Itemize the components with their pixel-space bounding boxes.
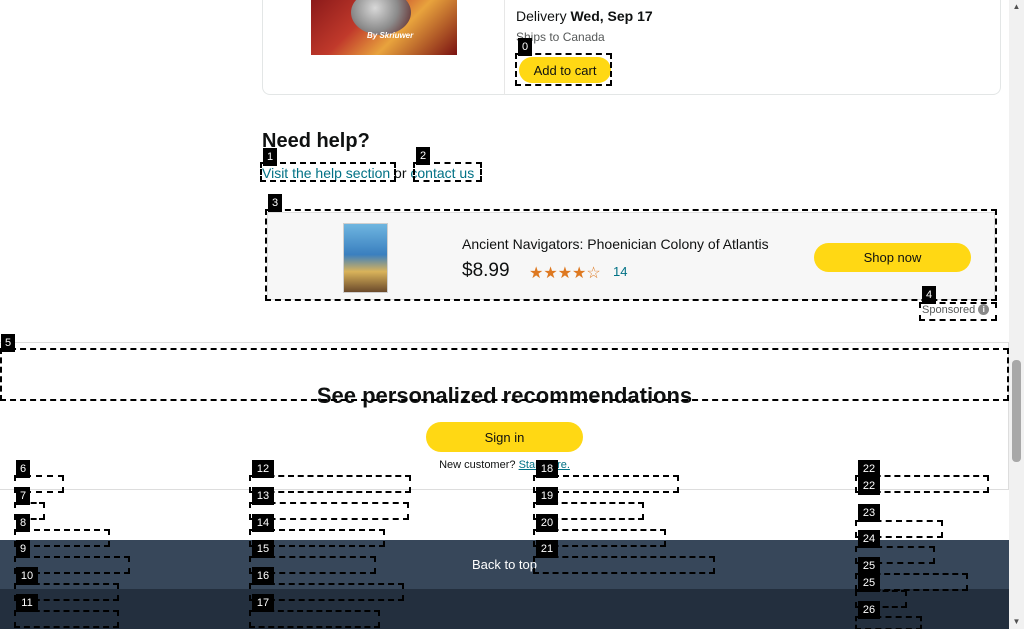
- review-count-link[interactable]: 14: [613, 264, 627, 279]
- sponsored-label[interactable]: Sponsored i: [922, 304, 990, 316]
- contact-us-link[interactable]: contact us: [410, 165, 474, 181]
- annotation-tag: 2: [416, 147, 430, 165]
- annotation-tag: 3: [268, 194, 282, 212]
- annotation-tag: 16: [252, 567, 274, 585]
- annotation-tag: 24: [858, 530, 880, 548]
- annotation-tag: 5: [1, 334, 15, 352]
- scroll-up-arrow-icon[interactable]: ▲: [1009, 0, 1024, 14]
- sign-in-button[interactable]: Sign in: [426, 422, 583, 452]
- cover-caption: By Skriuwer: [367, 31, 414, 40]
- ad-book-cover[interactable]: [343, 223, 388, 293]
- annotation-tag: 12: [252, 460, 274, 478]
- delivery-date: Wed, Sep 17: [570, 8, 653, 24]
- annotation-tag: 15: [252, 540, 274, 558]
- sponsored-ad[interactable]: Ancient Navigators: Phoenician Colony of…: [267, 212, 995, 300]
- scroll-thumb[interactable]: [1012, 360, 1021, 462]
- new-customer-text: New customer?: [439, 459, 516, 471]
- annotation-tag: 14: [252, 514, 274, 532]
- annotation-tag: 20: [536, 514, 558, 532]
- sponsored-text: Sponsored: [922, 304, 976, 316]
- annotation-tag: 9: [16, 540, 30, 558]
- annotation-tag: 22: [858, 477, 880, 495]
- annotation-tag: 26: [858, 601, 880, 619]
- recommendations-heading: See personalized recommendations: [316, 383, 693, 408]
- annotation-tag: 23: [858, 504, 880, 522]
- page: By Skriuwer Delivery Wed, Sep 17 Ships t…: [0, 0, 1024, 629]
- annotation-tag: 25: [858, 574, 880, 592]
- annotation-tag: 1: [263, 148, 277, 166]
- annotation-tag: 17: [252, 594, 274, 612]
- annotation-tag: 6: [16, 460, 30, 478]
- add-to-cart-button[interactable]: Add to cart: [519, 57, 611, 83]
- annotation-tag: 21: [536, 540, 558, 558]
- annotation-tag: 13: [252, 487, 274, 505]
- delivery-info: Delivery Wed, Sep 17: [516, 8, 653, 24]
- need-help-heading: Need help?: [262, 130, 370, 152]
- annotation-tag: 19: [536, 487, 558, 505]
- scroll-down-arrow-icon[interactable]: ▼: [1009, 615, 1024, 629]
- star-rating-icon[interactable]: ★★★★☆: [529, 263, 601, 283]
- ad-price: $8.99: [462, 260, 510, 281]
- annotation-tag: 22: [858, 460, 880, 478]
- annotation-tag: 25: [858, 557, 880, 575]
- annotation-tag: 4: [922, 286, 936, 304]
- annotation-tag: 7: [16, 487, 30, 505]
- annotation-tag: 10: [16, 567, 38, 585]
- ad-title[interactable]: Ancient Navigators: Phoenician Colony of…: [462, 236, 769, 252]
- annotation-tag: 11: [16, 594, 38, 612]
- shop-now-button[interactable]: Shop now: [814, 243, 971, 272]
- product-cover-image[interactable]: By Skriuwer: [311, 0, 457, 55]
- annotation-tag: 8: [16, 514, 30, 532]
- or-text: or: [394, 165, 407, 181]
- delivery-label: Delivery: [516, 8, 567, 24]
- annotation-tag: 18: [536, 460, 558, 478]
- info-icon[interactable]: i: [978, 304, 990, 315]
- card-divider: [504, 0, 505, 95]
- help-section-link[interactable]: Visit the help section: [262, 165, 390, 181]
- annotation-tag: 0: [518, 38, 532, 56]
- help-line: Visit the help section or contact us: [262, 165, 474, 181]
- helmet-plume-graphic: [351, 0, 411, 35]
- product-card: By Skriuwer Delivery Wed, Sep 17 Ships t…: [262, 0, 1001, 95]
- vertical-scrollbar[interactable]: ▲ ▼: [1009, 0, 1024, 629]
